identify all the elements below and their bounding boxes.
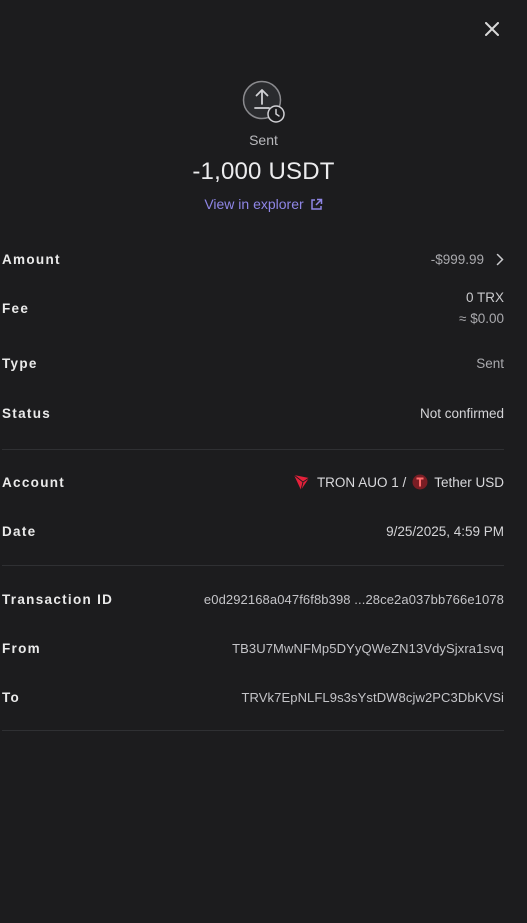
explorer-link-label: View in explorer bbox=[204, 196, 304, 212]
from-label: From bbox=[2, 640, 41, 656]
transaction-details: Amount -$999.99 Fee 0 TRX ≈ $0.00 Type S… bbox=[0, 234, 527, 731]
account-label: Account bbox=[2, 474, 66, 490]
external-link-icon bbox=[310, 198, 322, 210]
status-label: Sent bbox=[249, 132, 278, 148]
view-in-explorer-link[interactable]: View in explorer bbox=[204, 196, 322, 212]
to-address: TRVk7EpNLFL9s3sYstDW8cjw2PC3DbKVSi bbox=[241, 689, 504, 705]
date-value: 9/25/2025, 4:59 PM bbox=[386, 523, 504, 539]
chevron-right-icon bbox=[496, 253, 504, 265]
account-token: Tether USD bbox=[434, 474, 504, 490]
close-icon bbox=[485, 22, 499, 36]
fee-label: Fee bbox=[2, 300, 30, 316]
type-label: Type bbox=[2, 355, 38, 371]
amount-label: Amount bbox=[2, 251, 61, 267]
fee-value-usd: ≈ $0.00 bbox=[459, 311, 504, 326]
fee-value: 0 TRX bbox=[465, 290, 504, 305]
from-address: TB3U7MwNFMp5DYyQWeZN13VdySjxra1svq bbox=[232, 640, 504, 656]
transaction-id-row: Transaction ID e0d292168a047f6f8b398 ...… bbox=[0, 566, 527, 632]
status-row: Status Not confirmed bbox=[0, 394, 527, 432]
transaction-id-label: Transaction ID bbox=[2, 591, 114, 607]
amount-row[interactable]: Amount -$999.99 bbox=[0, 234, 527, 284]
fee-row: Fee 0 TRX ≈ $0.00 bbox=[0, 284, 527, 332]
transaction-details-panel: Sent -1,000 USDT View in explorer Amount… bbox=[0, 0, 527, 923]
date-row: Date 9/25/2025, 4:59 PM bbox=[0, 514, 527, 548]
amount-value-group[interactable]: -$999.99 bbox=[431, 252, 504, 267]
status-value: Not confirmed bbox=[419, 405, 504, 421]
to-label: To bbox=[2, 689, 21, 705]
account-row: Account TRON AUO 1 / Tether USD bbox=[0, 450, 527, 514]
upload-clock-icon bbox=[242, 80, 286, 124]
tether-logo-icon bbox=[412, 474, 428, 490]
divider bbox=[2, 730, 504, 731]
type-value: Sent bbox=[476, 355, 504, 371]
transaction-id-value: e0d292168a047f6f8b398 ...28ce2a037bb766e… bbox=[203, 591, 504, 607]
close-button[interactable] bbox=[481, 18, 503, 40]
type-row: Type Sent bbox=[0, 332, 527, 394]
to-row: To TRVk7EpNLFL9s3sYstDW8cjw2PC3DbKVSi bbox=[0, 664, 527, 730]
amount-value: -$999.99 bbox=[430, 251, 484, 267]
account-name: TRON AUO 1 / bbox=[316, 474, 407, 490]
transaction-header: Sent -1,000 USDT View in explorer bbox=[0, 80, 527, 214]
fee-value-group: 0 TRX ≈ $0.00 bbox=[459, 290, 504, 326]
from-row: From TB3U7MwNFMp5DYyQWeZN13VdySjxra1svq bbox=[0, 632, 527, 664]
tron-logo-icon bbox=[293, 474, 310, 491]
status-row-label: Status bbox=[2, 405, 52, 421]
date-label: Date bbox=[2, 523, 37, 539]
account-value-group: TRON AUO 1 / Tether USD bbox=[293, 473, 504, 491]
transaction-amount: -1,000 USDT bbox=[192, 158, 335, 185]
